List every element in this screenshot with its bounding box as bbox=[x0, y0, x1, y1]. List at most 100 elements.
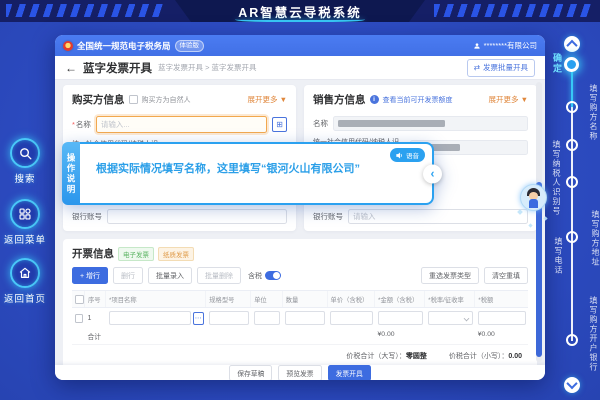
breadcrumb: 蓝字发票开具 > 蓝字发票开具 bbox=[158, 62, 257, 73]
breadcrumb-bar: ← 蓝字发票开具 蓝字发票开具 > 蓝字发票开具 ⇄ 发票批量开具 bbox=[55, 56, 545, 80]
select-item-icon[interactable]: ⋯ bbox=[193, 312, 204, 325]
sidebar-item-search[interactable]: 搜索 bbox=[0, 138, 50, 185]
invoice-quota-link[interactable]: 查看当前可开发票额度 bbox=[383, 95, 453, 105]
natural-person-checkbox[interactable] bbox=[129, 95, 138, 104]
total-label: 合计 bbox=[85, 328, 106, 344]
seller-bank-label: 银行账号 bbox=[313, 211, 343, 222]
version-badge: 体验版 bbox=[175, 40, 205, 52]
row-index: 1 bbox=[85, 308, 106, 328]
step-node-2[interactable] bbox=[566, 101, 578, 113]
step-node-3[interactable] bbox=[566, 139, 578, 151]
seller-more-link[interactable]: 展开更多 ▼ bbox=[488, 94, 528, 105]
spec-input[interactable] bbox=[209, 311, 249, 325]
sidebar-item-home[interactable]: 返回首页 bbox=[0, 258, 50, 305]
seller-card-title: 销售方信息 bbox=[313, 92, 366, 107]
unit-input[interactable] bbox=[254, 311, 281, 325]
clear-refill-button[interactable]: 清空重填 bbox=[484, 267, 528, 284]
batch-delete-button[interactable]: 批量删除 bbox=[197, 267, 241, 284]
collapse-chevron-icon[interactable]: ‹ bbox=[423, 164, 442, 183]
electronic-invoice-tag: 电子发票 bbox=[118, 247, 154, 261]
buyer-name-label: *名称 bbox=[72, 119, 91, 130]
step-node-1[interactable] bbox=[564, 57, 579, 72]
buyer-more-link[interactable]: 展开更多 ▼ bbox=[247, 94, 287, 105]
total-tax: ¥0.00 bbox=[475, 328, 528, 344]
col-tax: *税额 bbox=[475, 291, 528, 307]
etax-window-header: 全国统一规范电子税务局 体验版 ********有限公司 bbox=[55, 35, 545, 56]
issue-invoice-button[interactable]: 发票开具 bbox=[328, 365, 371, 381]
col-tax-rate: *税率/征收率 bbox=[425, 291, 475, 307]
step-label-phone: 填写电话 bbox=[553, 237, 564, 275]
col-unit-price: 单价（含税） bbox=[328, 291, 375, 307]
batch-invoice-label: 发票批量开具 bbox=[483, 62, 528, 73]
item-name-input[interactable] bbox=[109, 311, 191, 325]
step-label-taxid: 填写纳税人识别号 bbox=[551, 140, 562, 216]
guide-instruction-text: 根据实际情况填写名称，这里填写“银河火山有限公司” bbox=[96, 161, 398, 178]
decor-stripes-left bbox=[6, 4, 166, 17]
select-all-checkbox[interactable] bbox=[75, 295, 84, 304]
step-scroll-up-button[interactable] bbox=[564, 36, 580, 52]
tax-included-switch[interactable] bbox=[265, 271, 281, 280]
voice-play-button[interactable]: 语音 bbox=[390, 148, 425, 162]
step-node-6[interactable] bbox=[566, 334, 578, 346]
seller-bank-input[interactable] bbox=[348, 209, 528, 224]
qty-input[interactable] bbox=[285, 311, 325, 325]
batch-input-button[interactable]: 批量录入 bbox=[148, 267, 192, 284]
decor-stripes-right bbox=[434, 4, 594, 17]
sidebar-home-label: 返回首页 bbox=[0, 291, 50, 305]
guide-callout-tab: 操作说明 bbox=[62, 142, 80, 205]
switch-icon: ⇄ bbox=[474, 63, 480, 72]
batch-invoice-button[interactable]: ⇄ 发票批量开具 bbox=[467, 59, 535, 77]
reselect-invoice-type-button[interactable]: 重选发票类型 bbox=[421, 267, 479, 284]
step-node-5[interactable] bbox=[566, 231, 578, 243]
seller-name-input bbox=[333, 116, 528, 131]
sum-lower: 价税合计（小写）：0.00 bbox=[449, 351, 522, 361]
paper-invoice-tag: 纸质发票 bbox=[158, 247, 194, 261]
preview-invoice-button[interactable]: 预览发票 bbox=[278, 365, 321, 381]
tax-included-toggle-wrap: 含税 bbox=[248, 271, 281, 281]
unit-price-input[interactable] bbox=[330, 311, 372, 325]
natural-person-label: 购买方为自然人 bbox=[142, 95, 191, 105]
page-title: 蓝字发票开具 bbox=[83, 60, 152, 76]
guide-callout-box: 根据实际情况填写名称，这里填写“银河火山有限公司” 语音 ‹ bbox=[80, 142, 434, 205]
search-icon[interactable] bbox=[10, 138, 40, 168]
redacted-seller-name bbox=[338, 120, 445, 127]
info-icon: i bbox=[370, 95, 379, 104]
tax-input[interactable] bbox=[478, 311, 526, 325]
chevron-down-icon bbox=[566, 378, 577, 389]
save-draft-button[interactable]: 保存草稿 bbox=[229, 365, 272, 381]
speaker-icon bbox=[396, 152, 403, 159]
grid-menu-icon[interactable] bbox=[10, 199, 40, 229]
totals-row: 合计 ¥0.00 ¥0.00 bbox=[72, 328, 528, 345]
step-node-4[interactable] bbox=[566, 176, 578, 188]
home-icon[interactable] bbox=[10, 258, 40, 288]
col-amount: *金额（含税） bbox=[375, 291, 425, 307]
select-company-icon[interactable]: ⊞ bbox=[272, 117, 287, 132]
tax-rate-select[interactable] bbox=[428, 311, 473, 325]
row-checkbox[interactable] bbox=[75, 314, 83, 323]
account-info[interactable]: ********有限公司 bbox=[473, 40, 537, 51]
app-title: AR智慧云导税系统 bbox=[238, 2, 362, 21]
sidebar-item-menu[interactable]: 返回菜单 bbox=[0, 199, 50, 246]
seller-name-label: 名称 bbox=[313, 118, 328, 129]
amount-input[interactable] bbox=[378, 311, 423, 325]
chevron-up-icon bbox=[566, 40, 577, 51]
step-label-confirm: 确定 bbox=[551, 53, 564, 74]
mascot-avatar[interactable] bbox=[519, 184, 547, 234]
col-item-name: *项目名称 bbox=[106, 291, 206, 307]
delete-row-button[interactable]: 删行 bbox=[113, 267, 143, 284]
ar-tax-guide-page: AR智慧云导税系统 搜索 返回菜单 返回首页 全国统一规范电子税务局 体验版 *… bbox=[0, 0, 600, 400]
col-unit: 单位 bbox=[251, 291, 283, 307]
etax-window: 全国统一规范电子税务局 体验版 ********有限公司 ← 蓝字发票开具 蓝字… bbox=[55, 35, 545, 380]
invoice-card-title: 开票信息 bbox=[72, 246, 114, 261]
account-name: ********有限公司 bbox=[484, 40, 537, 51]
step-label-buyer-name: 填写购方名称 bbox=[588, 84, 599, 141]
national-emblem-icon bbox=[63, 41, 73, 51]
back-arrow-icon[interactable]: ← bbox=[65, 62, 77, 74]
step-label-bank: 填写购方开户银行 bbox=[588, 296, 599, 372]
step-scroll-down-button[interactable] bbox=[564, 377, 580, 393]
voice-label: 语音 bbox=[406, 150, 419, 160]
add-row-button[interactable]: + 增行 bbox=[72, 267, 108, 284]
buyer-bank-input[interactable] bbox=[107, 209, 287, 224]
sum-row: 价税合计（大写）：零圆整 价税合计（小写）：0.00 bbox=[72, 351, 528, 361]
buyer-name-input[interactable] bbox=[96, 116, 267, 133]
